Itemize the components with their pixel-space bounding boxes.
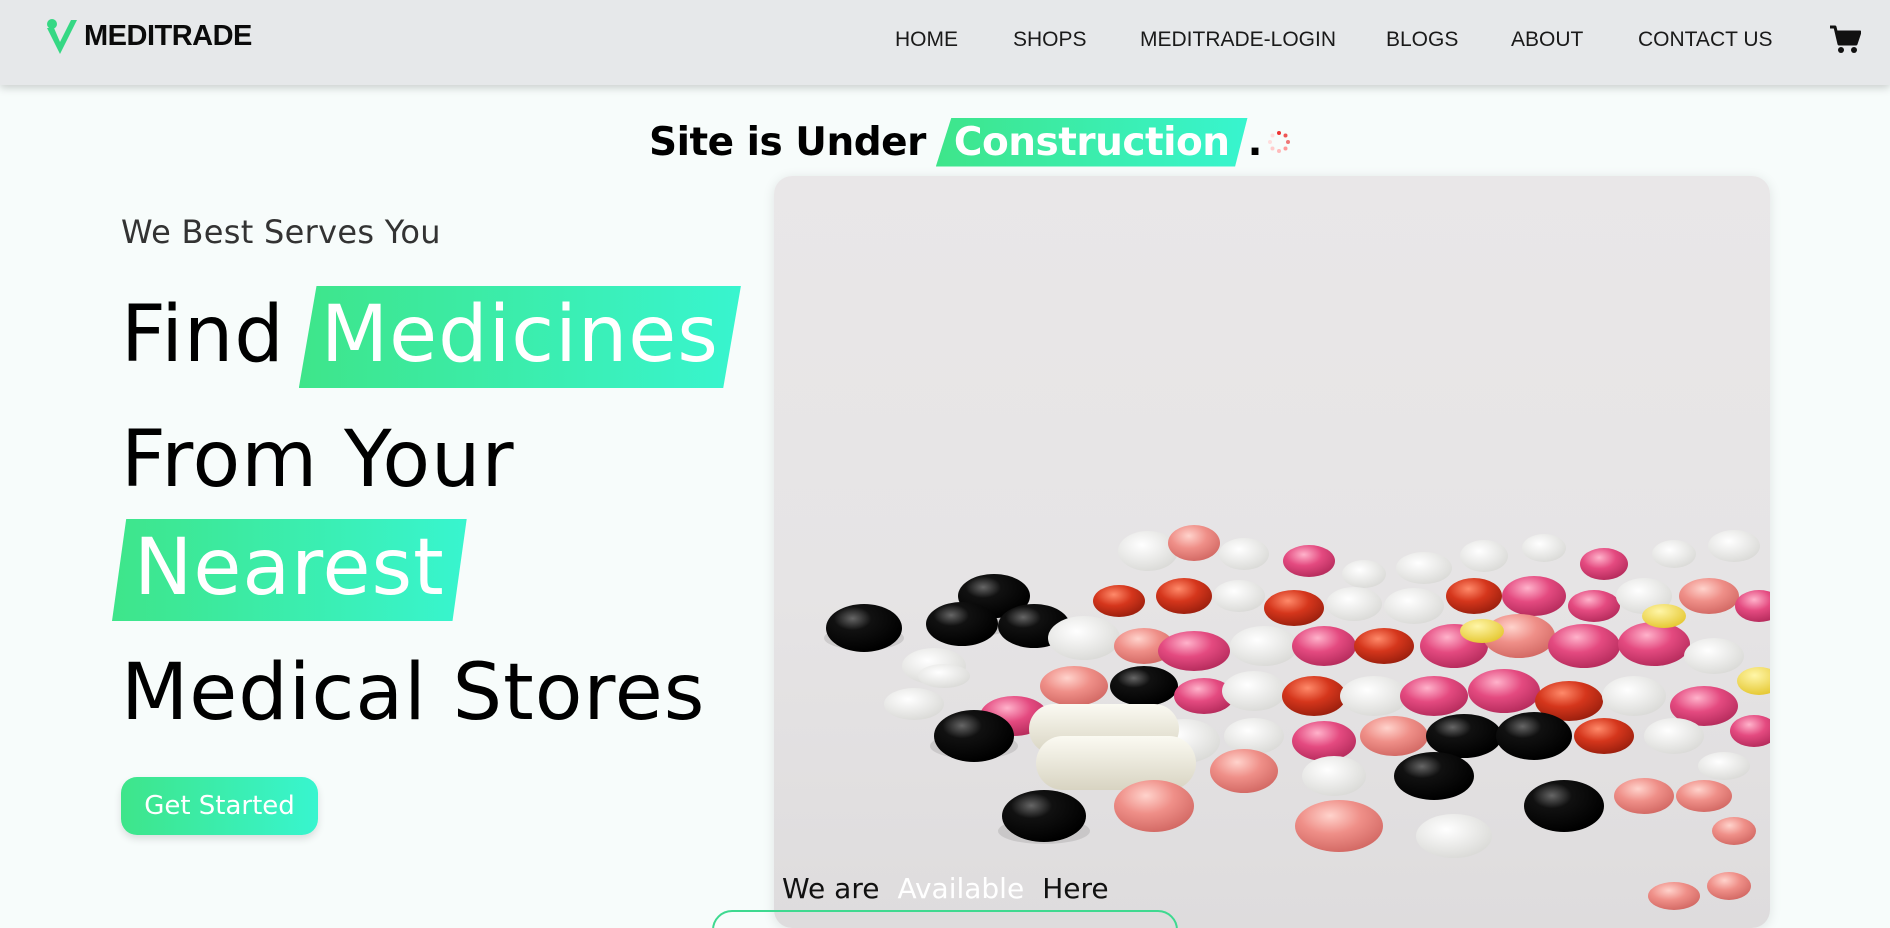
hero-line-2: From Your bbox=[121, 415, 515, 505]
available-heading: We are Available Here bbox=[782, 872, 1109, 905]
shopping-cart-icon[interactable] bbox=[1829, 24, 1861, 54]
nav-blogs[interactable]: BLOGS bbox=[1386, 28, 1458, 52]
available-post: Here bbox=[1042, 872, 1109, 905]
construction-banner: Site is Under Construction . bbox=[649, 112, 1292, 172]
check-v-logo-icon bbox=[47, 19, 77, 54]
nav-shops[interactable]: SHOPS bbox=[1013, 28, 1087, 52]
available-outline-box bbox=[712, 910, 1178, 928]
pills-hero-image bbox=[774, 176, 1770, 928]
available-pre: We are bbox=[782, 872, 880, 905]
nav-meditrade-login[interactable]: MEDITRADE-LOGIN bbox=[1140, 28, 1336, 52]
nav-contact-us[interactable]: CONTACT US bbox=[1638, 28, 1773, 52]
hero-line-4: Medical Stores bbox=[121, 648, 706, 738]
nav-about[interactable]: ABOUT bbox=[1511, 28, 1583, 52]
hero-line-3: Nearest bbox=[112, 519, 467, 621]
hero-highlight-medicines: Medicines bbox=[298, 286, 741, 388]
brand-name: MEDITRADE bbox=[84, 19, 252, 52]
banner-suffix: . bbox=[1247, 119, 1263, 165]
banner-prefix: Site is Under bbox=[649, 119, 926, 165]
hero-word-find: Find bbox=[121, 290, 285, 380]
pills-illustration bbox=[824, 525, 1770, 910]
hero-tagline: We Best Serves You bbox=[121, 213, 441, 251]
brand[interactable]: MEDITRADE bbox=[44, 14, 252, 58]
hero-line-1: Find Medicines bbox=[121, 286, 741, 388]
banner-highlight: Construction bbox=[935, 117, 1248, 167]
top-navbar: MEDITRADE HOME SHOPS MEDITRADE-LOGIN BLO… bbox=[0, 0, 1890, 85]
available-mid: Available bbox=[897, 872, 1025, 905]
hero-highlight-nearest: Nearest bbox=[112, 519, 467, 621]
get-started-button[interactable]: Get Started bbox=[121, 777, 318, 835]
nav-home[interactable]: HOME bbox=[895, 28, 958, 52]
loading-spinner-icon bbox=[1267, 131, 1290, 153]
